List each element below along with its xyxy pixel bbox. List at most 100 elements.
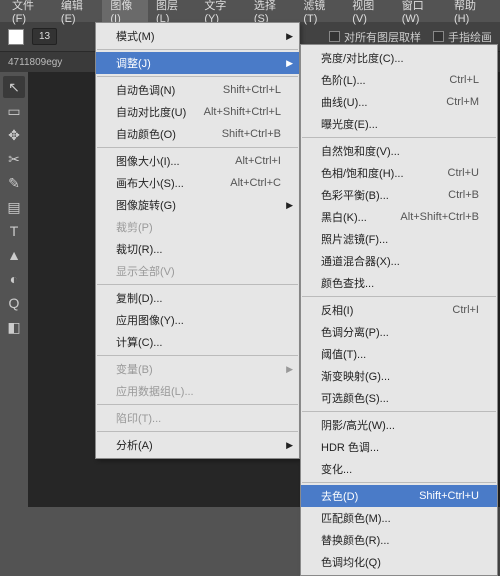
menu-item[interactable]: 复制(D)... [96,287,299,309]
menu-item[interactable]: 色调分离(P)... [301,321,497,343]
tool-preset-icon[interactable] [8,29,24,45]
menu-item[interactable]: HDR 色调... [301,436,497,458]
menu-item-label: 照片滤镜(F)... [321,231,388,247]
tool-button[interactable]: ▲ [3,244,25,266]
tool-button[interactable]: ✂ [3,148,25,170]
menu-item-label: 应用图像(Y)... [116,312,184,328]
menu-item[interactable]: 通道混合器(X)... [301,250,497,272]
menu-item[interactable]: 画布大小(S)...Alt+Ctrl+C [96,172,299,194]
menu-item-label: 显示全部(V) [116,263,175,279]
tool-button[interactable]: ▭ [3,100,25,122]
menu-item-label: 裁切(R)... [116,241,162,257]
menu-item-label: 图像旋转(G) [116,197,176,213]
menu-item[interactable]: 应用图像(Y)... [96,309,299,331]
menu-item-label: 曲线(U)... [321,94,367,110]
menubar-item[interactable]: 窗口(W) [394,0,446,28]
menu-item-label: 色彩平衡(B)... [321,187,389,203]
menu-separator [97,431,298,432]
menu-item[interactable]: 分析(A)▶ [96,434,299,456]
menu-item-label: 黑白(K)... [321,209,367,225]
menu-item-label: 色相/饱和度(H)... [321,165,404,181]
menubar-item[interactable]: 滤镜(T) [295,0,344,28]
menu-item[interactable]: 亮度/对比度(C)... [301,47,497,69]
menu-item[interactable]: 阈值(T)... [301,343,497,365]
menu-item[interactable]: 可选颜色(S)... [301,387,497,409]
menu-item-label: 变量(B) [116,361,153,377]
menu-item-shortcut: Shift+Ctrl+L [223,84,281,96]
adjustments-submenu: 亮度/对比度(C)... 色阶(L)...Ctrl+L 曲线(U)... Ctrl+M… [300,44,498,576]
menu-item-label: 替换颜色(R)... [321,532,389,548]
menubar-item[interactable]: 视图(V) [344,0,393,28]
option-checkbox[interactable]: 手指绘画 [433,29,492,45]
menu-item[interactable]: 黑白(K)...Alt+Shift+Ctrl+B [301,206,497,228]
menu-item[interactable]: 色调均化(Q) [301,551,497,573]
menu-item[interactable]: 曲线(U)... Ctrl+M [301,91,497,113]
menu-item[interactable]: 自然饱和度(V)... [301,140,497,162]
tool-button[interactable]: Q [3,292,25,314]
menu-item-label: 计算(C)... [116,334,162,350]
menu-item-label: 亮度/对比度(C)... [321,50,404,66]
menubar-item[interactable]: 帮助(H) [446,0,496,28]
menu-separator [97,147,298,148]
menu-item-label: 可选颜色(S)... [321,390,389,406]
tool-button[interactable]: ✎ [3,172,25,194]
menu-item[interactable]: 去色(D)Shift+Ctrl+U [301,485,497,507]
menu-item[interactable]: 变化... [301,458,497,480]
menu-item[interactable]: 模式(M)▶ [96,25,299,47]
menu-item[interactable]: 自动颜色(O)Shift+Ctrl+B [96,123,299,145]
brush-size-field[interactable]: 13 [32,28,57,45]
menu-separator [97,49,298,50]
menu-item-label: HDR 色调... [321,439,379,455]
menu-item[interactable]: 照片滤镜(F)... [301,228,497,250]
menu-item[interactable]: 色相/饱和度(H)... Ctrl+U [301,162,497,184]
menu-item[interactable]: 自动对比度(U)Alt+Shift+Ctrl+L [96,101,299,123]
menu-item[interactable]: 匹配颜色(M)... [301,507,497,529]
menu-item-shortcut: Ctrl+I [452,304,479,316]
tool-button[interactable]: T [3,220,25,242]
menu-item[interactable]: 颜色查找... [301,272,497,294]
menu-item-label: 反相(I) [321,302,353,318]
menu-item-shortcut: Ctrl+M [446,96,479,108]
checkbox-label: 对所有图层取样 [344,29,421,45]
submenu-arrow-icon: ▶ [286,31,293,42]
menu-separator [97,76,298,77]
option-checkbox[interactable]: 对所有图层取样 [329,29,421,45]
menu-item[interactable]: 替换颜色(R)... [301,529,497,551]
menu-item[interactable]: 渐变映射(G)... [301,365,497,387]
submenu-arrow-icon: ▶ [286,200,293,211]
menu-item[interactable]: 色阶(L)...Ctrl+L [301,69,497,91]
menubar: 文件(F)编辑(E)图像(I)图层(L)文字(Y)选择(S)滤镜(T)视图(V)… [0,0,500,22]
menu-item-shortcut: Ctrl+U [448,167,479,179]
menu-item[interactable]: 计算(C)... [96,331,299,353]
tool-button[interactable]: ✥ [3,124,25,146]
menu-item[interactable]: 调整(J)▶ [96,52,299,74]
menu-item-label: 变化... [321,461,352,477]
menu-item[interactable]: 自动色调(N)Shift+Ctrl+L [96,79,299,101]
checkbox-label: 手指绘画 [448,29,492,45]
menu-item[interactable]: 色彩平衡(B)...Ctrl+B [301,184,497,206]
menu-item-label: 画布大小(S)... [116,175,184,191]
menu-item[interactable]: 裁切(R)... [96,238,299,260]
menu-item-shortcut: Ctrl+L [449,74,479,86]
menu-item: 应用数据组(L)... [96,380,299,402]
menubar-item[interactable]: 文件(F) [4,0,53,28]
menu-item[interactable]: 图像大小(I)...Alt+Ctrl+I [96,150,299,172]
submenu-arrow-icon: ▶ [286,440,293,451]
tool-button[interactable]: ◧ [3,316,25,338]
menu-item-label: 图像大小(I)... [116,153,180,169]
menu-item[interactable]: 阴影/高光(W)... [301,414,497,436]
menu-item-label: 匹配颜色(M)... [321,510,391,526]
document-tab[interactable]: 4711809egy [8,57,62,68]
menu-item[interactable]: 反相(I) Ctrl+I [301,299,497,321]
menu-item-shortcut: Shift+Ctrl+B [222,128,281,140]
menu-item-shortcut: Alt+Shift+Ctrl+L [204,106,281,118]
menu-item[interactable]: 图像旋转(G) ▶ [96,194,299,216]
tool-button[interactable]: ↖ [3,76,25,98]
tool-button[interactable]: ◐ [3,268,25,290]
menu-item: 显示全部(V) [96,260,299,282]
menu-item-label: 阈值(T)... [321,346,366,362]
menu-item[interactable]: 曝光度(E)... [301,113,497,135]
menu-item: 裁剪(P) [96,216,299,238]
menu-item-label: 应用数据组(L)... [116,383,194,399]
tool-button[interactable]: ▤ [3,196,25,218]
